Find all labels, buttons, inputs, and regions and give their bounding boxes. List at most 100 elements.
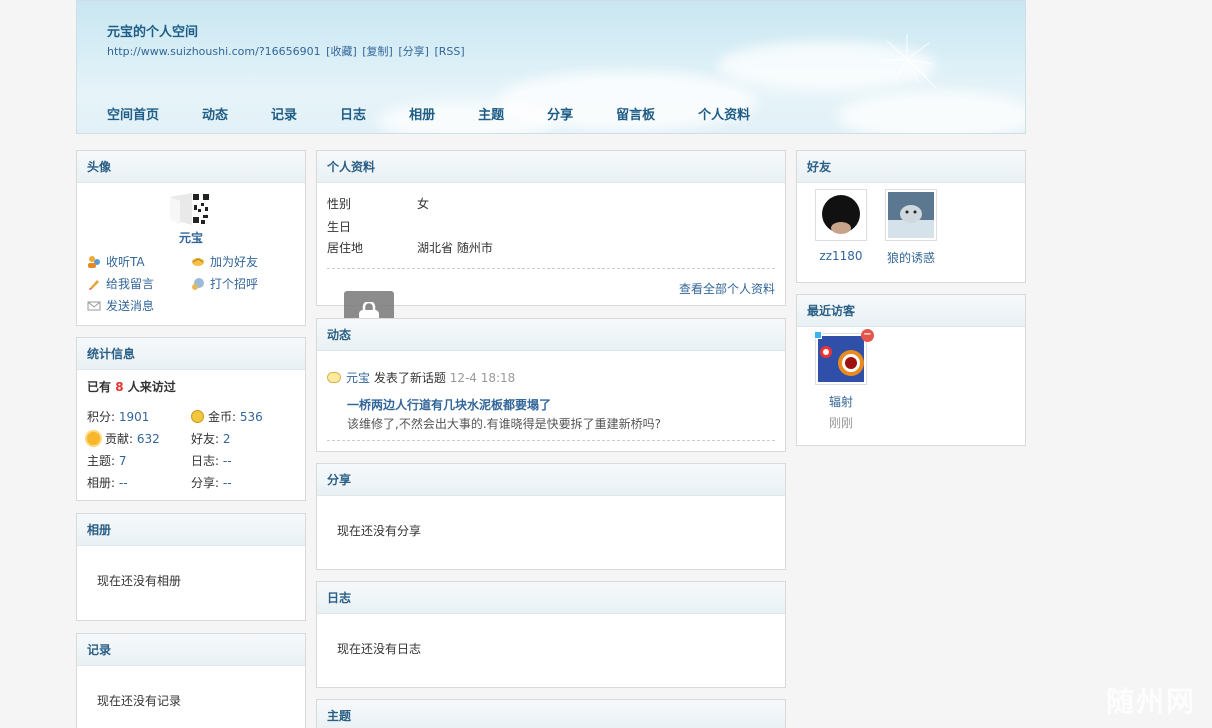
- share-value[interactable]: --: [223, 476, 232, 490]
- visitor-item[interactable]: − 辐射 刚刚: [811, 329, 874, 431]
- album-value[interactable]: --: [119, 476, 128, 490]
- follow-button[interactable]: 收听TA: [87, 253, 145, 270]
- nav-share[interactable]: 分享: [547, 104, 573, 123]
- feed-block: 动态 元宝 发表了新话题 12-4 18:18 一桥两边人行道有几块水泥板都要塌…: [316, 318, 786, 452]
- sun-icon: [87, 432, 100, 445]
- envelope-icon: [87, 299, 101, 313]
- profile-row-gender: 性别女: [327, 197, 430, 211]
- album-heading: 相册: [77, 514, 305, 546]
- view-full-profile-link[interactable]: 查看全部个人资料: [679, 280, 775, 297]
- feed-item-header: 元宝 发表了新话题 12-4 18:18: [327, 369, 515, 386]
- friends-stat: 好友: 2: [191, 432, 231, 446]
- visit-count: 8: [115, 380, 124, 394]
- nav-feed[interactable]: 动态: [202, 104, 228, 123]
- feed-time: 12-4 18:18: [449, 370, 516, 385]
- space-url-line: http://www.suizhoushi.com/?16656901 [收藏]…: [107, 43, 467, 59]
- share-stat: 分享: --: [191, 476, 232, 490]
- contrib-stat: 贡献: 632: [87, 430, 160, 447]
- blog-block: 日志 现在还没有日志: [316, 581, 786, 688]
- gold-stat: 金币: 536: [191, 408, 263, 425]
- friends-heading: 好友: [797, 151, 1025, 183]
- share-empty-text: 现在还没有分享: [337, 524, 422, 538]
- visitor-time: 刚刚: [828, 416, 853, 430]
- greet-button[interactable]: 打个招呼: [191, 275, 258, 292]
- topics-block: 主题: [316, 699, 786, 728]
- profile-row-location: 居住地 湖北省 随州市: [327, 241, 493, 255]
- records-empty-text: 现在还没有记录: [97, 694, 182, 708]
- friend-name[interactable]: 狼的诱惑: [881, 249, 941, 266]
- blog-heading: 日志: [317, 582, 785, 614]
- coin-icon: [191, 410, 204, 423]
- friend-item[interactable]: 狼的诱惑: [881, 189, 941, 266]
- remove-visitor-icon[interactable]: −: [861, 329, 874, 342]
- comment-icon: [327, 372, 341, 383]
- points-value[interactable]: 1901: [119, 410, 150, 424]
- space-nav: 空间首页 动态 记录 日志 相册 主题 分享 留言板 个人资料: [107, 104, 793, 123]
- visitor-avatar[interactable]: [815, 333, 867, 385]
- nav-blog[interactable]: 日志: [340, 104, 366, 123]
- friend-name[interactable]: zz1180: [811, 249, 871, 263]
- feed-topic-summary: 该维修了,不然会出大事的.有谁晓得是快要拆了重建新桥吗?: [347, 417, 662, 431]
- share-heading: 分享: [317, 464, 785, 496]
- topics-stat: 主题: 7: [87, 454, 127, 468]
- album-stat: 相册: --: [87, 476, 128, 490]
- nav-profile[interactable]: 个人资料: [698, 104, 750, 123]
- points-stat: 积分: 1901: [87, 410, 150, 424]
- rss-link[interactable]: [RSS]: [434, 45, 464, 58]
- share-link[interactable]: [分享]: [398, 45, 429, 58]
- handshake-icon: [191, 255, 205, 269]
- album-block: 相册 现在还没有相册: [76, 513, 306, 621]
- feed-heading: 动态: [317, 319, 785, 351]
- records-heading: 记录: [77, 634, 305, 666]
- leave-message-button[interactable]: 给我留言: [87, 275, 154, 292]
- visitors-block: 最近访客 − 辐射 刚刚: [796, 294, 1026, 446]
- topics-value[interactable]: 7: [119, 454, 127, 468]
- topics-heading: 主题: [317, 700, 785, 728]
- nav-topics[interactable]: 主题: [478, 104, 504, 123]
- friends-value[interactable]: 2: [223, 432, 231, 446]
- nav-album[interactable]: 相册: [409, 104, 435, 123]
- profile-block: 个人资料 性别女 生日 居住地 湖北省 随州市 查看全部个人资料: [316, 150, 786, 306]
- visit-count-line: 已有 8 人来访过: [87, 380, 176, 394]
- nav-home[interactable]: 空间首页: [107, 104, 159, 123]
- friend-item[interactable]: zz1180: [811, 189, 871, 263]
- stats-heading: 统计信息: [77, 338, 305, 370]
- users-icon: [87, 255, 101, 269]
- blog-stat: 日志: --: [191, 454, 232, 468]
- blog-value[interactable]: --: [223, 454, 232, 468]
- speech-bubble-icon: [191, 277, 205, 291]
- nav-guestbook[interactable]: 留言板: [616, 104, 655, 123]
- feed-user-link[interactable]: 元宝: [346, 369, 370, 386]
- online-badge-icon: [814, 331, 822, 339]
- avatar-block: 头像 元宝 收听TA 加为好友 给我留言 打个招呼 发送消息: [76, 150, 306, 326]
- space-url[interactable]: http://www.suizhoushi.com/?16656901: [107, 45, 321, 58]
- share-block: 分享 现在还没有分享: [316, 463, 786, 570]
- profile-row-birthday: 生日: [327, 220, 352, 234]
- friend-avatar[interactable]: [885, 189, 937, 241]
- stats-block: 统计信息 已有 8 人来访过 积分: 1901 金币: 536 贡献: 632 …: [76, 337, 306, 501]
- contrib-value[interactable]: 632: [137, 432, 160, 446]
- profile-heading: 个人资料: [317, 151, 785, 183]
- space-title[interactable]: 元宝的个人空间: [107, 21, 198, 40]
- site-watermark: 随州网: [1105, 685, 1196, 718]
- add-friend-button[interactable]: 加为好友: [191, 253, 258, 270]
- nav-records[interactable]: 记录: [271, 104, 297, 123]
- dandelion-decoration: [882, 34, 937, 89]
- friend-avatar[interactable]: [815, 189, 867, 241]
- visitors-heading: 最近访客: [797, 295, 1025, 327]
- avatar-heading: 头像: [77, 151, 305, 183]
- feed-divider: [327, 440, 775, 441]
- friends-block: 好友 zz1180 狼的诱惑: [796, 150, 1026, 283]
- profile-divider: [327, 268, 775, 269]
- visitor-name[interactable]: 辐射: [811, 393, 871, 410]
- gold-value[interactable]: 536: [240, 410, 263, 424]
- album-empty-text: 现在还没有相册: [97, 574, 182, 588]
- copy-link[interactable]: [复制]: [362, 45, 393, 58]
- pencil-icon: [87, 277, 101, 291]
- feed-topic-title[interactable]: 一桥两边人行道有几块水泥板都要塌了: [347, 396, 551, 413]
- avatar-name[interactable]: 元宝: [77, 229, 305, 246]
- favorite-link[interactable]: [收藏]: [326, 45, 357, 58]
- space-header: 元宝的个人空间 http://www.suizhoushi.com/?16656…: [76, 0, 1026, 134]
- send-message-button[interactable]: 发送消息: [87, 297, 154, 314]
- avatar-image[interactable]: [170, 193, 210, 225]
